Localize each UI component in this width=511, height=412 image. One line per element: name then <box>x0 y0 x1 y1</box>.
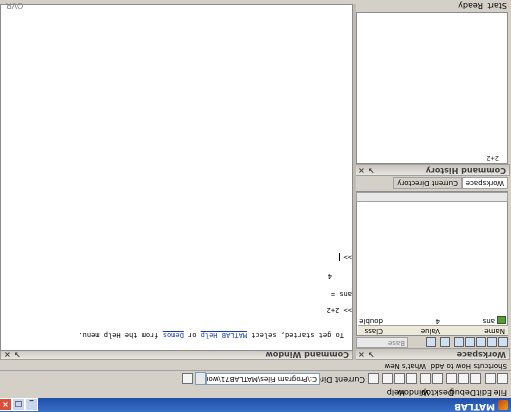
matlab-logo-icon <box>498 400 508 410</box>
matlab-window: MATLAB _ □ × File Edit Debug Desktop Win… <box>0 0 511 412</box>
copy-icon[interactable] <box>458 373 469 384</box>
command-window[interactable]: To get started, select MATLAB Help or De… <box>0 4 353 351</box>
workspace-close-icon[interactable]: × <box>358 350 365 359</box>
text-caret <box>339 253 340 261</box>
help-icon[interactable] <box>368 373 379 384</box>
open-selection-icon[interactable] <box>487 337 497 347</box>
workspace-horizontal-scrollbar[interactable] <box>356 192 508 202</box>
tab-workspace[interactable]: Workspace <box>461 177 508 189</box>
getting-started-text: To get started, select MATLAB Help or De… <box>78 331 344 339</box>
status-text: Ready <box>458 1 483 10</box>
new-file-icon[interactable] <box>497 373 508 384</box>
undock-icon[interactable]: ↘ <box>14 350 21 359</box>
undock-icon[interactable]: ↘ <box>368 166 375 175</box>
open-file-icon[interactable] <box>485 373 496 384</box>
whats-new-link[interactable]: What's New <box>385 362 426 370</box>
command-history-header: Command History ↘ × <box>354 164 510 176</box>
start-button[interactable]: Start <box>487 1 507 10</box>
delete-icon[interactable] <box>440 337 450 347</box>
cut-icon[interactable] <box>470 373 481 384</box>
how-to-add-link[interactable]: How to Add <box>431 362 471 370</box>
title-bar: MATLAB _ □ × <box>0 398 511 412</box>
guide-icon[interactable] <box>394 373 405 384</box>
table-row[interactable]: ans 4 double <box>358 316 508 325</box>
redo-icon[interactable] <box>420 373 431 384</box>
maximize-button[interactable]: □ <box>12 398 25 411</box>
history-entry[interactable]: 2+2 <box>486 154 499 162</box>
column-value[interactable]: Value <box>421 327 440 335</box>
history-close-icon[interactable]: × <box>358 166 365 175</box>
shortcuts-bar: Shortcuts How to Add What's New <box>354 360 511 370</box>
workspace-list <box>356 191 508 336</box>
undo-icon[interactable] <box>432 373 443 384</box>
new-variable-icon[interactable] <box>498 337 508 347</box>
workspace-toolbar: Base <box>356 337 508 349</box>
answer-line: ans = <box>330 290 352 298</box>
column-class[interactable]: Class <box>365 327 383 335</box>
undock-icon[interactable]: ↘ <box>368 350 375 359</box>
close-button[interactable]: × <box>0 398 12 411</box>
matlab-help-link[interactable]: MATLAB Help <box>201 331 247 339</box>
command-window-close-icon[interactable]: × <box>4 350 11 359</box>
menu-help[interactable]: Help <box>387 388 405 397</box>
menu-bar: File Edit Debug Desktop Window Help <box>0 387 511 398</box>
answer-value: 4 <box>327 272 332 280</box>
window-title: MATLAB <box>454 401 495 411</box>
menu-edit[interactable]: Edit <box>477 388 493 397</box>
panel-splitter[interactable] <box>353 4 356 360</box>
tab-current-directory[interactable]: Current Directory <box>393 177 462 189</box>
plot-icon[interactable] <box>426 337 436 347</box>
menu-file[interactable]: File <box>494 388 507 397</box>
command-entry: >> 2+2 <box>326 306 352 314</box>
directory-dropdown-button[interactable] <box>195 372 206 385</box>
demos-link[interactable]: Demos <box>163 331 184 339</box>
current-directory-field[interactable]: C:\Program Files\MATLAB71\work <box>206 373 320 385</box>
paste-icon[interactable] <box>446 373 457 384</box>
minimize-button[interactable]: _ <box>25 398 38 411</box>
browse-folder-icon[interactable] <box>182 373 193 384</box>
command-prompt: >> <box>339 253 352 261</box>
command-history-list <box>356 12 508 164</box>
column-name[interactable]: Name <box>484 327 505 335</box>
workspace-columns: Name Value Class <box>358 325 508 335</box>
variable-icon <box>497 316 506 324</box>
status-bar: Start Ready OVR <box>0 0 511 11</box>
ovr-indicator: OVR <box>6 1 24 10</box>
workspace-header: Workspace ↘ × <box>354 348 510 360</box>
import-data-icon[interactable] <box>476 337 486 347</box>
shortcuts-label[interactable]: Shortcuts <box>474 362 507 370</box>
main-toolbar: Current Directory: C:\Program Files\MATL… <box>0 370 511 387</box>
save-workspace-icon[interactable] <box>465 337 475 347</box>
profiler-icon[interactable] <box>382 373 393 384</box>
simulink-icon[interactable] <box>406 373 417 384</box>
print-icon[interactable] <box>454 337 464 347</box>
stack-selector[interactable]: Base <box>356 337 408 348</box>
